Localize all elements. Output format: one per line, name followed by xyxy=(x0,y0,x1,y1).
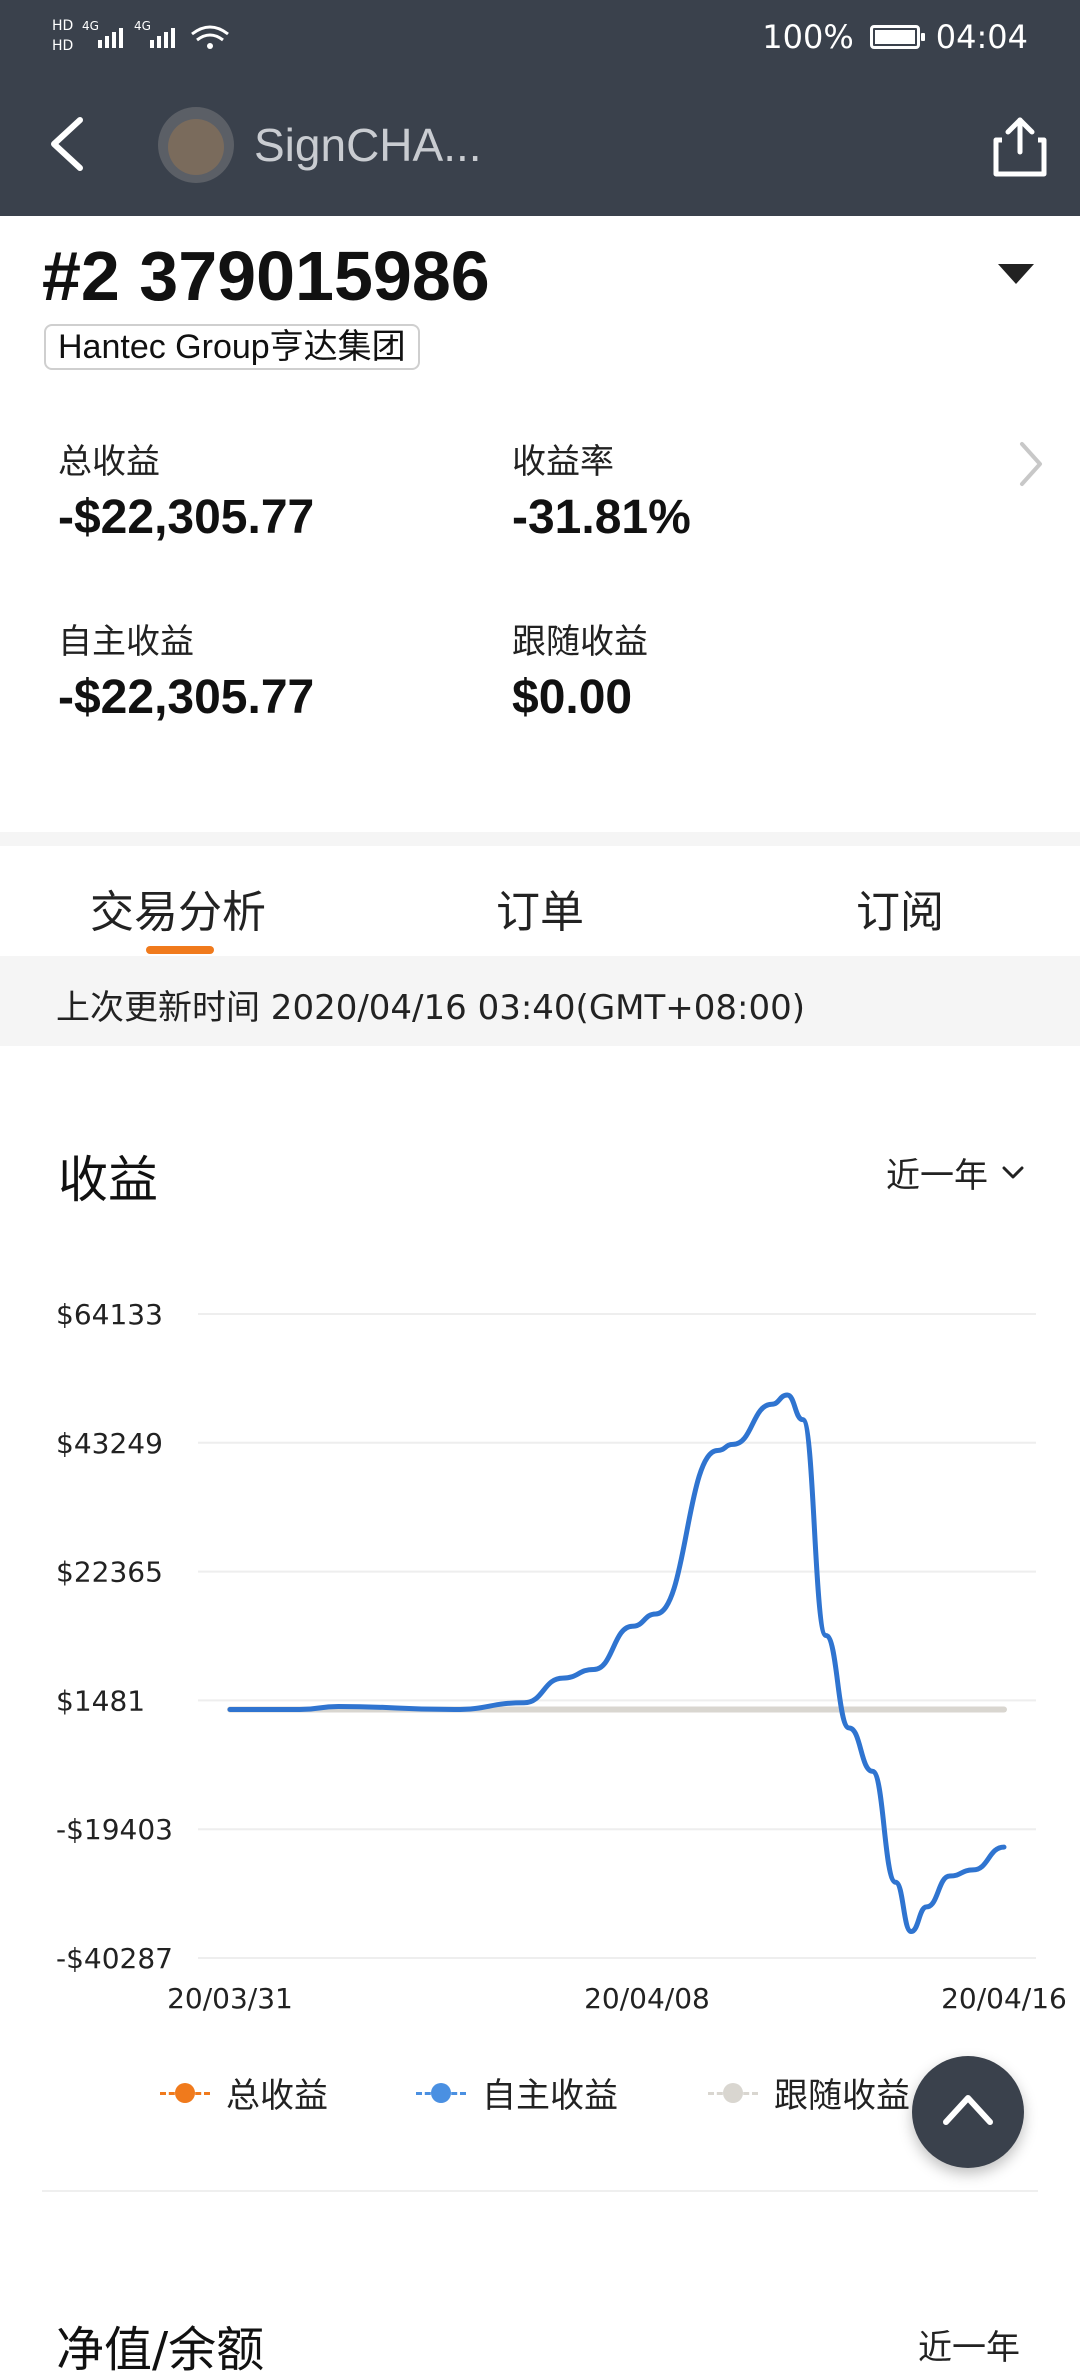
chevron-up-icon xyxy=(943,2095,993,2125)
legend-label: 跟随收益 xyxy=(774,2076,910,2116)
period-label: 近一年 xyxy=(886,1156,988,1196)
battery-icon xyxy=(869,25,925,49)
battery-percent: 100% xyxy=(762,18,854,56)
legend-item[interactable]: 总收益 xyxy=(160,2068,328,2117)
app-bar-title: SignCHA... xyxy=(254,119,482,171)
svg-text:4G: 4G xyxy=(82,19,99,33)
total-profit-label: 总收益 xyxy=(58,442,160,482)
equity-period-label[interactable]: 近一年 xyxy=(918,2320,1020,2369)
series-line xyxy=(227,1392,1007,1935)
return-rate-value: -31.81% xyxy=(512,491,691,544)
y-tick-label: $43249 xyxy=(56,1427,163,1460)
return-rate-label: 收益率 xyxy=(512,442,614,482)
chevron-right-icon[interactable] xyxy=(1016,440,1046,488)
legend-marker xyxy=(416,2082,466,2103)
section-divider xyxy=(0,832,1080,846)
self-profit-value: -$22,305.77 xyxy=(58,671,315,724)
profit-chart: $64133 $43249 $22365 $1481 -$19403 -$40287 20/… xyxy=(56,1298,1067,2015)
back-icon[interactable] xyxy=(40,112,100,176)
y-tick-label: -$19403 xyxy=(56,1813,173,1846)
legend-item[interactable]: 自主收益 xyxy=(416,2068,618,2117)
follow-profit-value: $0.00 xyxy=(512,671,633,724)
last-update-text: 上次更新时间 2020/04/16 03:40(GMT+08:00) xyxy=(56,988,806,1028)
x-tick-label: 20/04/16 xyxy=(941,1982,1067,2015)
follow-profit-label: 跟随收益 xyxy=(512,622,648,662)
share-icon[interactable] xyxy=(992,114,1048,178)
y-tick-label: $1481 xyxy=(56,1684,145,1717)
period-selector[interactable]: 近一年 xyxy=(886,1148,1024,1197)
self-profit-label: 自主收益 xyxy=(58,622,194,662)
scroll-top-button[interactable] xyxy=(912,2056,1024,2168)
dropdown-caret-icon[interactable] xyxy=(998,264,1034,284)
app-bar: SignCHA... xyxy=(0,72,1080,216)
update-bar: 上次更新时间 2020/04/16 03:40(GMT+08:00) xyxy=(0,956,1080,1046)
tab-analysis[interactable]: 交易分析 xyxy=(90,876,266,940)
y-tick-label: $64133 xyxy=(56,1298,163,1331)
avatar[interactable] xyxy=(158,107,234,183)
legend-label: 总收益 xyxy=(226,2076,328,2116)
svg-text:HD: HD xyxy=(52,38,73,54)
tab-bar: 交易分析 订单 订阅 xyxy=(0,846,1080,956)
svg-text:4G: 4G xyxy=(134,19,151,33)
status-bar: HD HD 4G 4G 100% 04:04 xyxy=(0,0,1080,72)
account-title: #2 379015986 xyxy=(42,237,490,315)
equity-section-title: 净值/余额 xyxy=(56,2322,265,2378)
total-profit-value: -$22,305.77 xyxy=(58,491,315,544)
signal-icon: HD HD 4G 4G xyxy=(52,18,229,54)
legend-marker xyxy=(160,2082,210,2103)
profit-section-title: 收益 xyxy=(58,1151,158,1209)
signal-icons: HD HD 4G 4G xyxy=(52,14,252,63)
tab-subscribe[interactable]: 订阅 xyxy=(856,876,944,940)
bottom-divider xyxy=(42,2190,1038,2192)
tab-active-indicator xyxy=(146,946,214,954)
legend-item[interactable]: 跟随收益 xyxy=(708,2068,910,2117)
x-tick-label: 20/04/08 xyxy=(584,1982,710,2015)
x-tick-label: 20/03/31 xyxy=(167,1982,293,2015)
y-tick-label: $22365 xyxy=(56,1556,163,1589)
status-right: 100% 04:04 xyxy=(762,18,1028,56)
tab-orders[interactable]: 订单 xyxy=(496,876,584,940)
status-time: 04:04 xyxy=(935,18,1028,56)
chevron-down-icon xyxy=(1002,1166,1024,1178)
svg-text:HD: HD xyxy=(52,18,73,34)
y-tick-label: -$40287 xyxy=(56,1942,173,1975)
legend-label: 自主收益 xyxy=(482,2076,618,2116)
broker-badge: Hantec Group亨达集团 xyxy=(44,324,420,370)
legend-marker xyxy=(708,2082,758,2103)
